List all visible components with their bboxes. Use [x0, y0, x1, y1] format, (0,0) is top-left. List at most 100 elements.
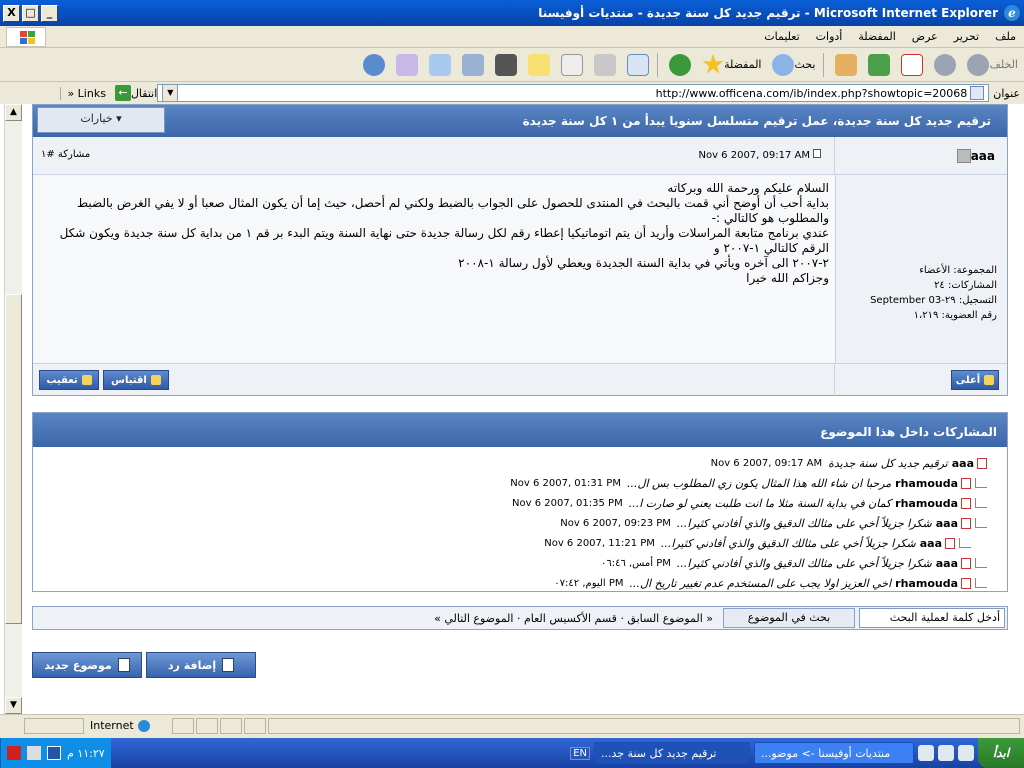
list-item-author[interactable]: rhamouda	[895, 577, 958, 590]
mail-icon	[627, 53, 650, 76]
add-reply-button[interactable]: إضافة رد	[146, 652, 256, 678]
links-label: Links	[77, 86, 106, 100]
list-item[interactable]: rhamouda اخي العزيز اولا يجب على المستخدم…	[33, 573, 1007, 593]
go-button[interactable]: ← انتقال	[112, 85, 157, 101]
message-line: بداية أحب أن أوضح أني قمت بالبحث في المن…	[76, 196, 829, 210]
list-item-title[interactable]: شكرا جزيلاً أخي على مثالك الدقيق والذي أ…	[677, 557, 932, 570]
tree-line	[975, 498, 987, 508]
messenger-button[interactable]	[360, 53, 386, 76]
minimize-button[interactable]: _	[41, 4, 58, 22]
history-button[interactable]	[666, 53, 692, 76]
home-button[interactable]	[832, 53, 858, 76]
post-icon	[961, 477, 971, 489]
close-button[interactable]: X	[3, 4, 20, 22]
quicklaunch-icon[interactable]	[918, 745, 934, 761]
list-item-author[interactable]: rhamouda	[895, 477, 958, 490]
quick-launch	[918, 745, 974, 761]
quicklaunch-icon[interactable]	[938, 745, 954, 761]
printer-icon	[594, 53, 617, 76]
print-button[interactable]	[591, 53, 617, 76]
tray-icon[interactable]	[47, 746, 61, 760]
post-author[interactable]: aaa	[953, 149, 995, 163]
research-icon	[495, 53, 518, 76]
add-reply-label: إضافة رد	[167, 658, 217, 672]
quicklaunch-icon[interactable]	[958, 745, 974, 761]
taskbar-item-topic[interactable]: ترقيم جديد كل سنة جد...	[594, 742, 750, 764]
back-button[interactable]: الخلف	[964, 53, 1018, 76]
refresh-button[interactable]	[865, 53, 891, 76]
list-item[interactable]: aaa شكرا جزيلاً أخي على مثالك الدقيق والذ…	[33, 533, 1007, 553]
list-item-title[interactable]: شكرا جزيلاً أخي على مثالك الدقيق والذي أ…	[661, 537, 916, 550]
address-url: http://www.officena.com/ib/index.php?sho…	[655, 86, 968, 100]
list-item-author[interactable]: aaa	[920, 537, 942, 550]
list-item-title[interactable]: ترقيم جديد كل سنة جديدة	[828, 457, 948, 470]
research-button[interactable]	[492, 53, 518, 76]
topic-title-bar: ترقيم جديد كل سنة جديدة، عمل ترقيم متسلس…	[33, 105, 1007, 137]
scroll-thumb[interactable]	[5, 294, 22, 624]
list-item-author[interactable]: aaa	[936, 517, 958, 530]
menu-view[interactable]: عرض	[912, 30, 938, 43]
maximize-button[interactable]: □	[22, 4, 39, 22]
list-item-title[interactable]: مرحبا ان شاء الله هذا المثال يكون زي الم…	[627, 477, 891, 490]
favorites-button[interactable]: المفضلة	[699, 53, 761, 76]
toolbar-separator	[823, 52, 825, 77]
vertical-scrollbar[interactable]: ▲ ▼	[4, 104, 22, 714]
menu-edit[interactable]: تحرير	[954, 30, 979, 43]
discuss-button[interactable]	[525, 53, 551, 76]
list-item[interactable]: aaa شكرا جزيلاً أخي على مثالك الدقيق والذ…	[33, 553, 1007, 573]
clock[interactable]: ١١:٢٧ م	[67, 747, 105, 760]
list-item-title[interactable]: شكرا جزيلاً أخي على مثالك الدقيق والذي أ…	[677, 517, 932, 530]
list-item[interactable]: aaa شكرا جزيلاً أخي على مثالك الدقيق والذ…	[33, 513, 1007, 533]
list-item-title[interactable]: اخي العزيز اولا يجب على المستخدم عدم تغي…	[630, 577, 892, 590]
topic-search-input[interactable]: أدخل كلمة لعملية البحث	[859, 608, 1005, 628]
forward-button[interactable]	[931, 53, 957, 76]
search-topic-button[interactable]: بحث في الموضوع	[723, 608, 855, 628]
new-topic-button[interactable]: موضوع جديد	[32, 652, 142, 678]
quote-button[interactable]: اقتباس	[103, 370, 169, 390]
edit-icon	[561, 53, 584, 76]
taskbar-item-label: ترقيم جديد كل سنة جد...	[601, 746, 717, 760]
list-item[interactable]: rhamouda مرحبا ان شاء الله هذا المثال يكو…	[33, 473, 1007, 493]
menu-file[interactable]: ملف	[995, 30, 1016, 43]
top-button[interactable]: أعلى	[951, 370, 999, 390]
list-item[interactable]: rhamouda كمان في بداية السنة مثلا ما انت …	[33, 493, 1007, 513]
menu-favorites[interactable]: المفضلة	[858, 30, 895, 43]
language-indicator[interactable]: EN	[570, 746, 590, 760]
list-item[interactable]: aaa ترقيم جديد كل سنة جديدة Nov 6 2007, 09…	[33, 453, 1007, 473]
tool-button-1[interactable]	[459, 53, 485, 76]
windows-logo-icon	[6, 27, 46, 47]
list-item-title[interactable]: كمان في بداية السنة مثلا ما انت طلبت يعن…	[629, 497, 891, 510]
tool-button-2[interactable]	[426, 53, 452, 76]
address-input[interactable]: ▼ http://www.officena.com/ib/index.php?s…	[157, 84, 990, 102]
scroll-down-arrow[interactable]: ▼	[5, 697, 22, 714]
mail-button[interactable]	[624, 53, 650, 76]
post-number[interactable]: مشاركة #١	[41, 149, 90, 160]
list-item-date: اليوم, ٠٧:٤٢ PM	[554, 577, 624, 589]
topic-nav-links[interactable]: « الموضوع السابق · قسم الأكسيس العام · ا…	[33, 612, 723, 625]
stop-button[interactable]	[898, 53, 924, 76]
menu-help[interactable]: تعليمات	[764, 30, 799, 43]
member-joined: التسجيل: ٢٩-03 September	[870, 295, 997, 306]
post-message: السلام عليكم ورحمة الله وبركاته بداية أح…	[49, 181, 829, 286]
message-line: ٢-٢٠٠٧ الى آخره ويأتي في بداية السنة الج…	[458, 256, 829, 270]
volume-icon[interactable]	[27, 746, 41, 760]
tool-button-3[interactable]	[393, 53, 419, 76]
status-cell	[220, 717, 242, 734]
list-item-author[interactable]: rhamouda	[895, 497, 958, 510]
list-item-author[interactable]: aaa	[936, 557, 958, 570]
home-icon	[835, 53, 858, 76]
start-button[interactable]: ابدأ	[978, 738, 1024, 768]
reply-button[interactable]: تعقيب	[39, 370, 99, 390]
search-button[interactable]: بحث	[769, 53, 815, 76]
go-arrow-icon: ←	[114, 85, 131, 101]
taskbar-item-forum[interactable]: منتديات أوفيسنا -> موضو...	[754, 742, 914, 764]
edit-button[interactable]	[558, 53, 584, 76]
menu-tools[interactable]: أدوات	[816, 30, 843, 43]
scroll-up-arrow[interactable]: ▲	[5, 104, 22, 121]
address-dropdown[interactable]: ▼	[162, 84, 179, 102]
list-item-author[interactable]: aaa	[952, 457, 974, 470]
links-button[interactable]: » Links	[60, 86, 106, 100]
messenger-icon	[363, 53, 386, 76]
options-button[interactable]: خيارات ▾	[37, 107, 165, 133]
tray-icon[interactable]	[7, 746, 21, 760]
